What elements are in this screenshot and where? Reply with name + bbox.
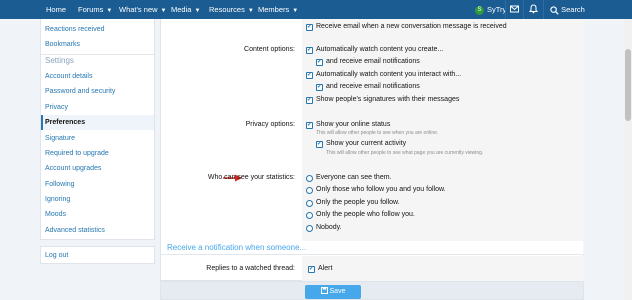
online-status-label: Show your online status [316, 121, 391, 128]
sidebar-item-moods[interactable]: Moods [41, 207, 154, 222]
watched-thread-alert-checkbox[interactable]: ✓ [308, 266, 315, 273]
logout-panel: Log out [40, 246, 155, 264]
nav-members-label: Members [258, 5, 290, 14]
nav-media[interactable]: Media ▼ [171, 0, 200, 19]
stats-radio-mutual[interactable] [306, 187, 313, 194]
privacy-options-label: Privacy options: [245, 121, 295, 128]
sidebar-item-reactions-received[interactable]: Reactions received [41, 22, 154, 37]
chevron-down-icon: ▼ [106, 8, 113, 14]
statistics-visibility-label: Who can see your statistics: [207, 174, 295, 181]
nav-forums-label: Forums [78, 5, 104, 14]
page-scrollbar[interactable] [624, 19, 632, 300]
sidebar-item-account-details[interactable]: Account details [41, 69, 154, 84]
chevron-down-icon: ▼ [247, 8, 254, 14]
watch-created-label: Automatically watch content you create..… [316, 46, 444, 53]
sidebar-item-password-security[interactable]: Password and security [41, 84, 154, 99]
nav-members[interactable]: Members ▼ [258, 0, 298, 19]
stats-option-everyone: Everyone can see them. [316, 174, 392, 181]
sidebar-item-ignoring[interactable]: Ignoring [41, 192, 154, 207]
stats-option-followers: Only the people who follow you. [316, 211, 415, 218]
conversation-email-label: Receive email when a new conversation me… [316, 23, 507, 30]
user-menu[interactable]: S SyTry [475, 0, 506, 19]
notification-section-header: Receive a notification when someone... [161, 241, 583, 255]
bell-icon[interactable] [528, 0, 539, 19]
sidebar-item-required-to-upgrade[interactable]: Required to upgrade [41, 146, 154, 161]
nav-divider [523, 0, 524, 19]
stats-radio-followers[interactable] [306, 212, 313, 219]
conversation-email-checkbox[interactable]: ✓ [306, 24, 313, 31]
sidebar-item-privacy[interactable]: Privacy [41, 100, 154, 115]
online-status-checkbox[interactable]: ✓ [306, 122, 313, 129]
save-icon [320, 287, 328, 294]
form-submit-bar: Save [160, 281, 584, 300]
watch-interacted-email-checkbox[interactable]: ✓ [316, 84, 323, 91]
stats-option-you-follow: Only the people you follow. [316, 199, 400, 206]
online-status-hint: This will allow other people to see when… [316, 130, 439, 136]
nav-resources-label: Resources [209, 5, 245, 14]
logout-link[interactable]: Log out [45, 247, 68, 265]
sidebar-heading-settings: Settings [45, 56, 74, 65]
nav-media-label: Media [171, 5, 192, 14]
chevron-down-icon: ▼ [292, 8, 299, 14]
nav-whats-new-label: What's new [119, 5, 158, 14]
current-activity-checkbox[interactable]: ✓ [316, 141, 323, 148]
sidebar-item-advanced-statistics[interactable]: Advanced statistics [41, 223, 154, 238]
sidebar-item-signature[interactable]: Signature [41, 131, 154, 146]
watch-interacted-checkbox[interactable]: ✓ [306, 72, 313, 79]
current-activity-hint: This will allow other people to see what… [326, 150, 484, 156]
scrollbar-thumb[interactable] [625, 49, 631, 121]
nav-divider [543, 0, 544, 19]
watched-thread-replies-label: Replies to a watched thread: [206, 265, 295, 272]
stats-option-mutual: Only those who follow you and you follow… [316, 186, 446, 193]
notification-section-title: Receive a notification when someone... [167, 243, 307, 252]
save-button-label: Save [329, 288, 346, 295]
save-button[interactable]: Save [305, 285, 361, 299]
nav-divider [505, 0, 506, 19]
form-options-column [302, 19, 584, 255]
chevron-down-icon: ▼ [160, 8, 167, 14]
search-button[interactable]: Search [550, 0, 585, 19]
notification-options-column [302, 256, 584, 281]
stats-option-nobody: Nobody. [316, 224, 342, 231]
nav-home[interactable]: Home [46, 0, 66, 19]
stats-radio-everyone[interactable] [306, 175, 313, 182]
preferences-form: ✓ Receive email when a new conversation … [160, 19, 584, 281]
nav-resources[interactable]: Resources ▼ [209, 0, 254, 19]
inbox-icon[interactable] [510, 0, 519, 19]
current-activity-label: Show your current activity [326, 140, 407, 147]
watch-created-checkbox[interactable]: ✓ [306, 47, 313, 54]
username: SyTry [487, 5, 507, 14]
chevron-down-icon: ▼ [194, 8, 201, 14]
watch-interacted-email-label: and receive email notifications [326, 83, 420, 90]
nav-forums[interactable]: Forums ▼ [78, 0, 112, 19]
show-signatures-label: Show people's signatures with their mess… [316, 96, 460, 103]
nav-whats-new[interactable]: What's new ▼ [119, 0, 166, 19]
stats-radio-nobody[interactable] [306, 225, 313, 232]
stats-radio-you-follow[interactable] [306, 200, 313, 207]
watch-created-email-label: and receive email notifications [326, 58, 420, 65]
content-options-label: Content options: [244, 46, 295, 53]
sidebar-divider [41, 54, 154, 55]
search-label: Search [561, 5, 585, 14]
avatar: S [475, 5, 484, 15]
show-signatures-checkbox[interactable]: ✓ [306, 97, 313, 104]
top-navigation-bar: Home Forums ▼ What's new ▼ Media ▼ Resource… [0, 0, 632, 19]
watch-created-email-checkbox[interactable]: ✓ [316, 59, 323, 66]
search-icon [550, 5, 559, 15]
watched-thread-alert-label: Alert [318, 265, 333, 272]
watch-interacted-label: Automatically watch content you interact… [316, 71, 462, 78]
